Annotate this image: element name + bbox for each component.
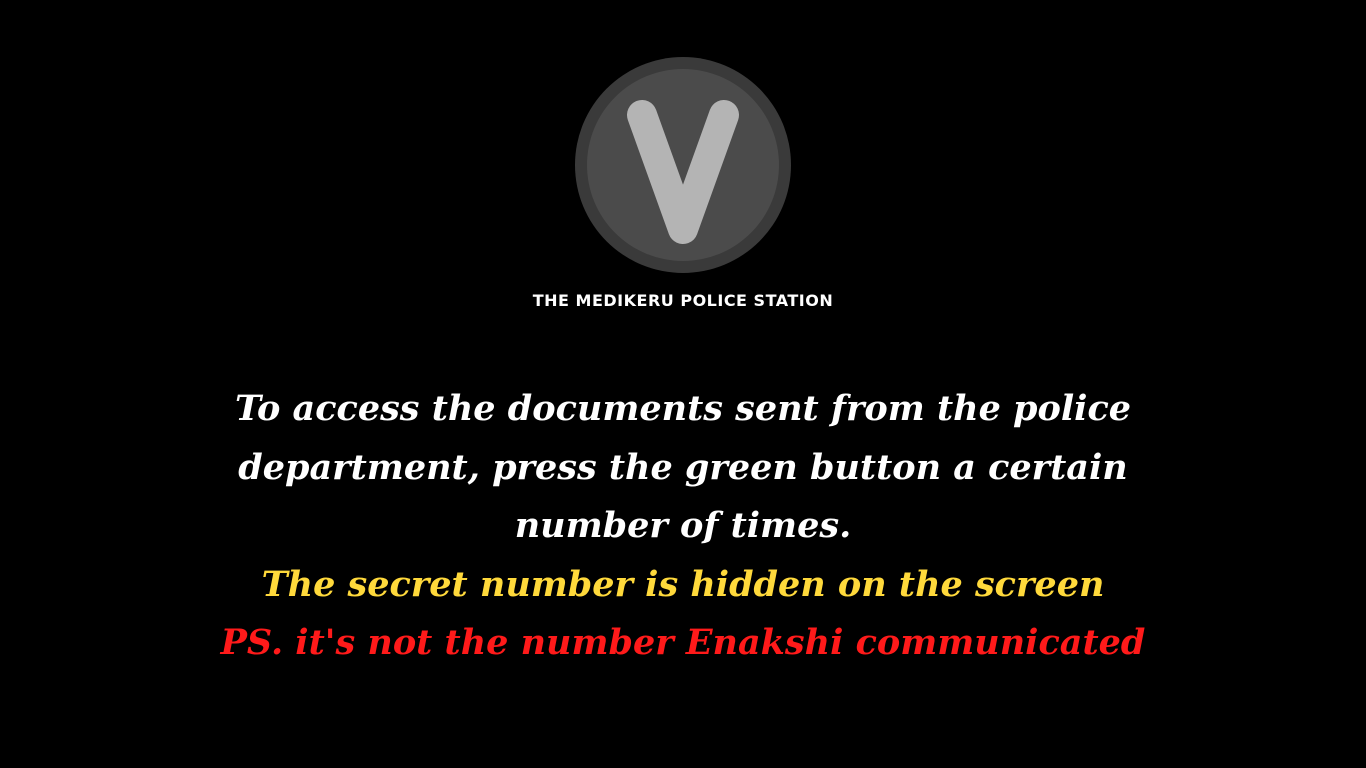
screen: THE MEDIKERU POLICE STATION To access th… [0, 0, 1366, 768]
hint-line: The secret number is hidden on the scree… [261, 563, 1105, 605]
instruction-line-2: department, press the green button a cer… [238, 446, 1128, 488]
instruction-line-1: To access the documents sent from the po… [234, 388, 1132, 429]
station-name: THE MEDIKERU POLICE STATION [532, 291, 834, 310]
warning-line: PS. it's not the number Enakshi communic… [220, 622, 1146, 663]
instruction-line-3: number of times. [514, 505, 852, 546]
police-station-logo [575, 57, 791, 273]
instructions-message: To access the documents sent from the po… [0, 380, 1366, 673]
